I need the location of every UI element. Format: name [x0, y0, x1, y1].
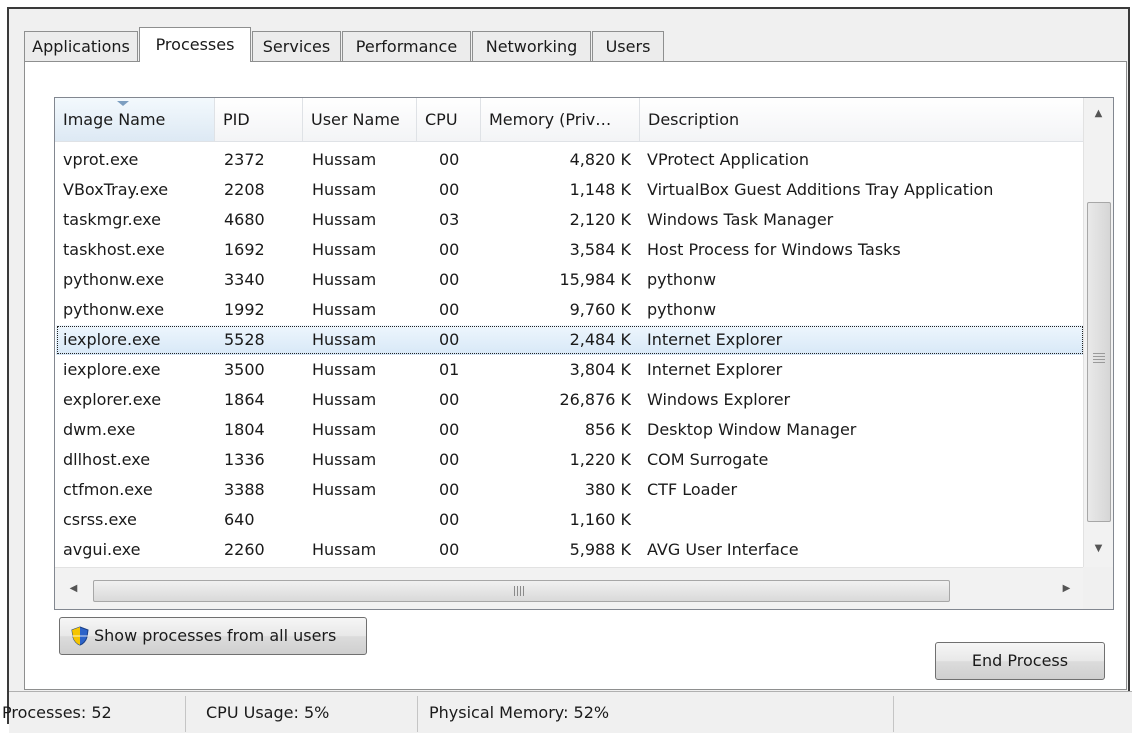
cell-memory: 5,988 K [569, 540, 631, 559]
cell-memory: 380 K [584, 480, 631, 499]
process-row[interactable]: iexplore.exe 3500 Hussam 01 3,804 K Internet … [56, 355, 1084, 385]
cell-memory: 2,120 K [569, 210, 631, 229]
column-header-image-name[interactable]: Image Name [55, 98, 215, 142]
tab-services[interactable]: Services [252, 31, 341, 61]
grip-icon [514, 586, 526, 596]
scroll-up-arrow-icon[interactable]: ▲ [1084, 100, 1113, 128]
status-divider [417, 696, 418, 732]
cell-memory: 3,804 K [569, 360, 631, 379]
cell-memory: 1,160 K [569, 510, 631, 529]
cell-memory: 1,148 K [569, 180, 631, 199]
tab-processes[interactable]: Processes [139, 27, 251, 62]
cell-memory: 856 K [584, 420, 631, 439]
status-bar: Processes: 52 CPU Usage: 5% Physical Mem… [2, 691, 1132, 733]
cell-description: Desktop Window Manager [647, 420, 857, 439]
vertical-scrollbar[interactable]: ▲ ▼ [1083, 98, 1113, 567]
scroll-right-arrow-icon[interactable]: ▶ [1052, 575, 1081, 603]
column-header-description[interactable]: Description [640, 98, 1084, 142]
tab-performance[interactable]: Performance [342, 31, 471, 61]
process-row[interactable]: taskmgr.exe 4680 Hussam 03 2,120 K Windows Ta… [56, 205, 1084, 235]
cell-description: COM Surrogate [647, 450, 769, 469]
grip-icon [1093, 353, 1105, 365]
cell-description: Windows Task Manager [647, 210, 834, 229]
cell-memory: 1,220 K [569, 450, 631, 469]
horizontal-scroll-thumb[interactable] [93, 580, 950, 602]
status-divider [185, 696, 186, 732]
process-row[interactable]: explorer.exe 1864 Hussam 00 26,876 K Windows … [56, 385, 1084, 415]
cell-description: AVG User Interface [647, 540, 799, 559]
cell-description: VirtualBox Guest Additions Tray Applicat… [647, 180, 994, 199]
process-row[interactable]: csrss.exe 640 00 1,160 K [56, 505, 1084, 535]
process-row[interactable]: dllhost.exe 1336 Hussam 00 1,220 K COM Surrog… [56, 445, 1084, 475]
process-row[interactable]: VBoxTray.exe 2208 Hussam 00 1,148 K VirtualBo… [56, 175, 1084, 205]
cell-description: Internet Explorer [647, 330, 783, 349]
process-row[interactable]: pythonw.exe 1992 Hussam 00 9,760 Kpythonw [56, 295, 1084, 325]
horizontal-scrollbar[interactable]: ◀ ▶ [55, 567, 1083, 609]
cell-memory: 4,820 K [569, 150, 631, 169]
cell-memory: 26,876 K [559, 390, 631, 409]
column-header-pid[interactable]: PID [215, 98, 303, 142]
cell-memory: 2,484 K [569, 330, 631, 349]
process-row[interactable]: taskhost.exe 1692 Hussam 00 3,584 K Host Proc… [56, 235, 1084, 265]
cell-memory: 15,984 K [559, 270, 631, 289]
cell-description: CTF Loader [647, 480, 738, 499]
vertical-scroll-thumb[interactable] [1087, 202, 1111, 522]
sort-arrow-icon [117, 101, 129, 106]
uac-shield-icon [71, 626, 89, 646]
process-row[interactable]: ctfmon.exe 3388 Hussam 00 380 K CTF Loader [56, 475, 1084, 505]
process-row[interactable]: dwm.exe 1804 Hussam 00 856 K Desktop Window M… [56, 415, 1084, 445]
scrollbar-corner [1083, 567, 1113, 609]
column-header-memory[interactable]: Memory (Priv… [481, 98, 640, 142]
process-list[interactable]: Image Name PID User Name CPU Memory (Pri… [54, 97, 1114, 610]
cell-memory: 3,584 K [569, 240, 631, 259]
scroll-down-arrow-icon[interactable]: ▼ [1084, 535, 1113, 563]
cell-description: pythonw [647, 300, 717, 319]
tab-users[interactable]: Users [592, 31, 664, 61]
column-header-cpu[interactable]: CPU [417, 98, 481, 142]
cell-description: Host Process for Windows Tasks [647, 240, 901, 259]
status-cpu-usage: CPU Usage: 5% [206, 703, 330, 722]
column-header-user-name[interactable]: User Name [303, 98, 417, 142]
show-all-users-button[interactable]: Show processes from all users [59, 617, 367, 655]
cell-description: Internet Explorer [647, 360, 783, 379]
task-manager-window: Applications Processes Services Performa… [2, 7, 1132, 733]
cell-description: Windows Explorer [647, 390, 791, 409]
process-row[interactable]: avgui.exe 2260 Hussam 00 5,988 K AVG User Int… [56, 535, 1084, 565]
status-process-count: Processes: 52 [2, 703, 112, 722]
show-all-users-label: Show processes from all users [94, 626, 337, 645]
process-row[interactable]: pythonw.exe 3340 Hussam 00 15,984 Kpythonw [56, 265, 1084, 295]
column-header-label: Image Name [63, 110, 166, 129]
process-row[interactable]: iexplore.exe 5528 Hussam 00 2,484 K Internet … [56, 325, 1084, 355]
cell-memory: 9,760 K [569, 300, 631, 319]
end-process-button[interactable]: End Process [935, 642, 1105, 680]
status-physical-memory: Physical Memory: 52% [429, 703, 610, 722]
scroll-left-arrow-icon[interactable]: ◀ [59, 575, 88, 603]
tab-applications[interactable]: Applications [24, 31, 138, 61]
status-divider [893, 696, 894, 732]
tab-networking[interactable]: Networking [472, 31, 591, 61]
cell-description: pythonw [647, 270, 717, 289]
process-row[interactable]: vprot.exe 2372 Hussam 00 4,820 K VProtect App… [56, 145, 1084, 175]
cell-description: VProtect Application [647, 150, 809, 169]
